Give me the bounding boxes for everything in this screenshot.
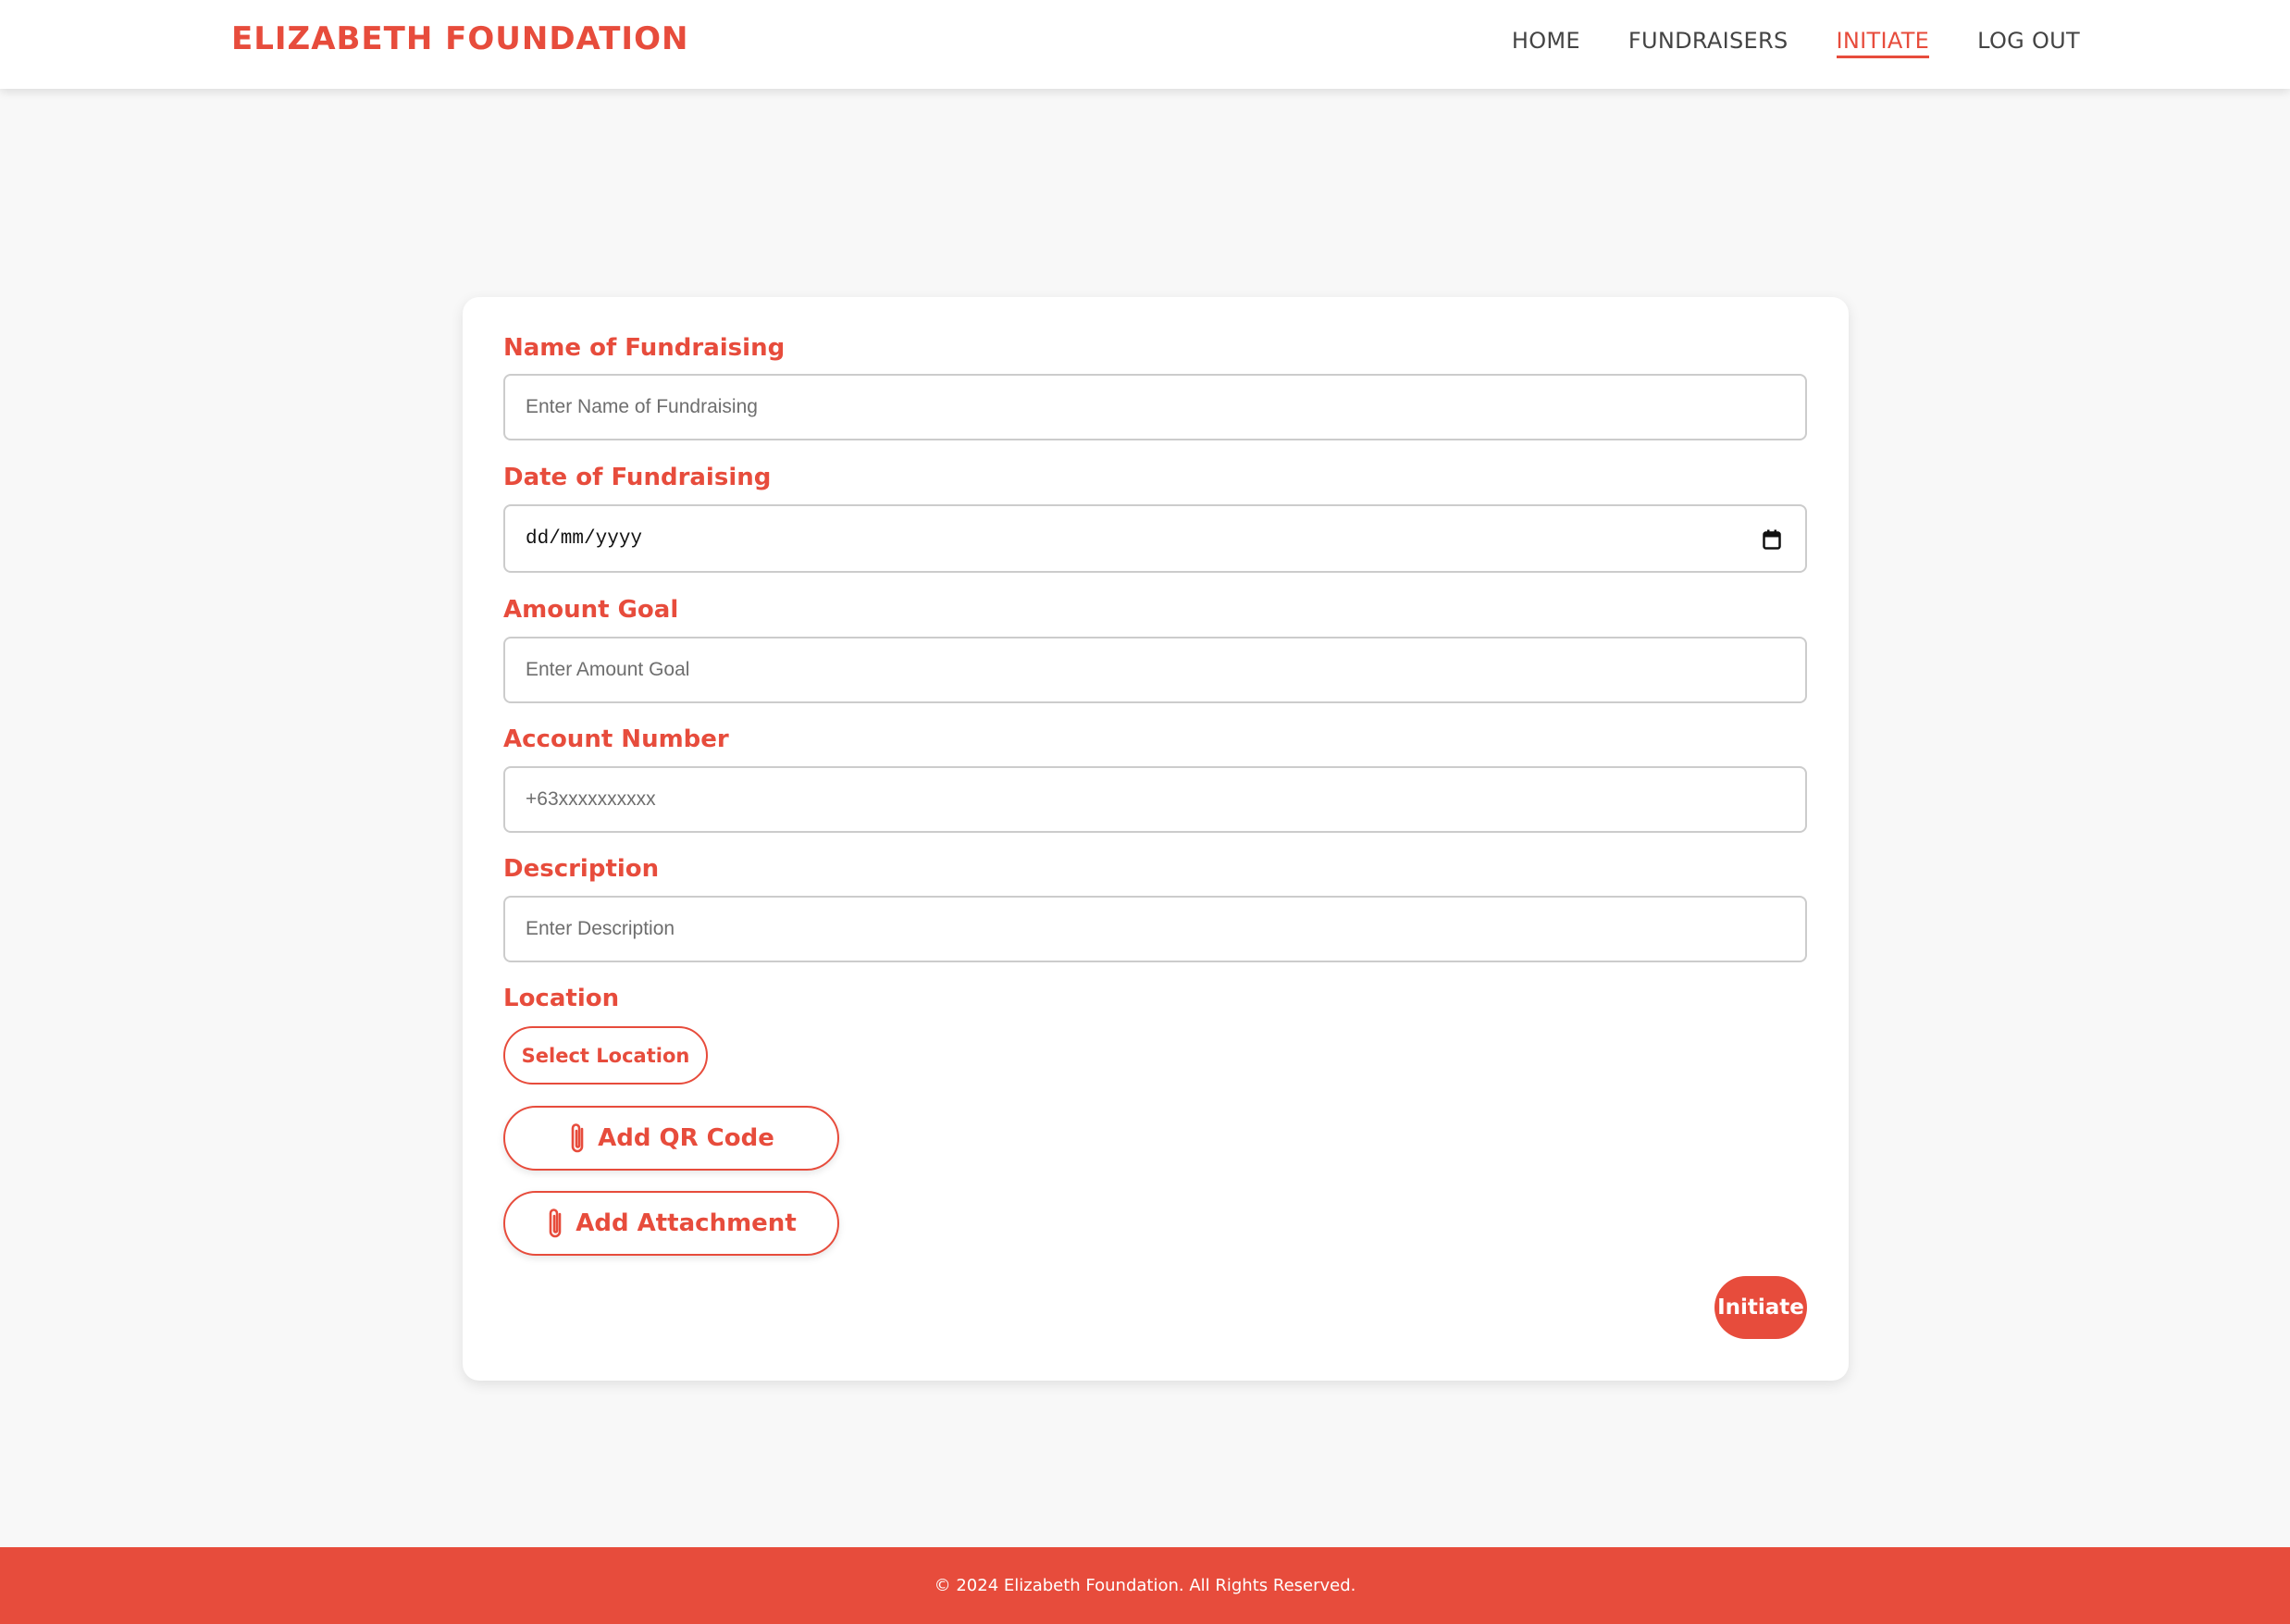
select-location-button[interactable]: Select Location — [503, 1026, 708, 1085]
date-placeholder: dd/mm/yyyy — [526, 528, 643, 550]
paperclip-icon — [549, 1209, 562, 1238]
nav-home[interactable]: HOME — [1512, 28, 1580, 58]
description-label: Description — [503, 855, 660, 883]
nav-logout[interactable]: LOG OUT — [1977, 28, 2080, 58]
paperclip-icon — [571, 1123, 584, 1153]
nav-initiate[interactable]: INITIATE — [1836, 28, 1930, 58]
add-attachment-button[interactable]: Add Attachment — [503, 1191, 839, 1256]
add-qr-code-button[interactable]: Add QR Code — [503, 1106, 839, 1171]
site-footer: © 2024 Elizabeth Foundation. All Rights … — [0, 1547, 2290, 1624]
add-attachment-label: Add Attachment — [576, 1209, 797, 1237]
account-label: Account Number — [503, 725, 729, 753]
calendar-icon[interactable] — [1763, 529, 1781, 550]
date-label: Date of Fundraising — [503, 464, 772, 491]
brand-logo[interactable]: ELIZABETH FOUNDATION — [231, 20, 688, 57]
main-nav: HOME FUNDRAISERS INITIATE LOG OUT — [1512, 28, 2080, 58]
fundraising-date-input[interactable]: dd/mm/yyyy — [503, 504, 1807, 573]
amount-goal-input[interactable] — [503, 637, 1807, 703]
add-qr-code-label: Add QR Code — [598, 1124, 774, 1152]
fundraiser-form-card: Name of Fundraising Date of Fundraising … — [463, 297, 1849, 1381]
initiate-submit-button[interactable]: Initiate — [1714, 1276, 1807, 1339]
name-label: Name of Fundraising — [503, 334, 786, 362]
copyright-text: © 2024 Elizabeth Foundation. All Rights … — [934, 1576, 1356, 1595]
site-header: ELIZABETH FOUNDATION HOME FUNDRAISERS IN… — [0, 0, 2290, 89]
fundraising-name-input[interactable] — [503, 374, 1807, 440]
amount-label: Amount Goal — [503, 596, 679, 624]
account-number-input[interactable] — [503, 766, 1807, 833]
location-label: Location — [503, 985, 620, 1012]
description-input[interactable] — [503, 896, 1807, 962]
nav-fundraisers[interactable]: FUNDRAISERS — [1628, 28, 1789, 58]
